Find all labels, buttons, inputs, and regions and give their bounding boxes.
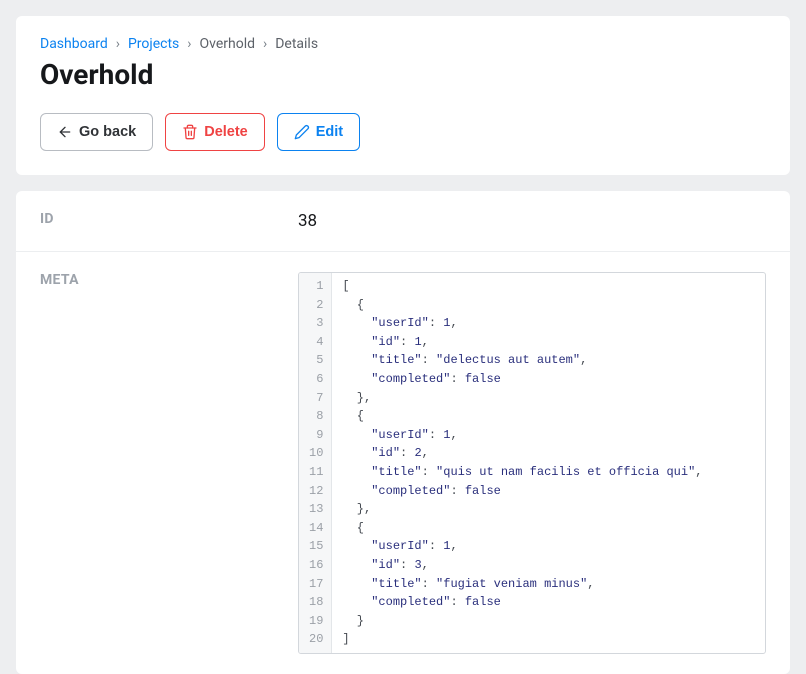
chevron-right-icon: ›	[187, 36, 191, 52]
code-block: 1234567891011121314151617181920 [ { "use…	[298, 272, 766, 654]
breadcrumb-project: Overhold	[200, 36, 256, 52]
row-meta: META 1234567891011121314151617181920 [ {…	[16, 252, 790, 674]
id-value: 38	[298, 211, 766, 231]
meta-label: META	[40, 272, 298, 288]
details-card: ID 38 META 12345678910111213141516171819…	[16, 191, 790, 674]
code-content: [ { "userId": 1, "id": 1, "title": "dele…	[332, 273, 765, 653]
page-title: Overhold	[40, 58, 766, 91]
breadcrumb-dashboard[interactable]: Dashboard	[40, 36, 108, 52]
chevron-right-icon: ›	[116, 36, 120, 52]
line-gutter: 1234567891011121314151617181920	[299, 273, 332, 653]
pencil-icon	[294, 124, 310, 140]
breadcrumb-projects[interactable]: Projects	[128, 36, 179, 52]
header-card: Dashboard › Projects › Overhold › Detail…	[16, 16, 790, 175]
chevron-right-icon: ›	[263, 36, 267, 52]
id-label: ID	[40, 211, 298, 231]
arrow-left-icon	[57, 124, 73, 140]
breadcrumb: Dashboard › Projects › Overhold › Detail…	[40, 36, 766, 52]
edit-button[interactable]: Edit	[277, 113, 360, 151]
go-back-label: Go back	[79, 124, 136, 140]
actions: Go back Delete Edit	[40, 113, 766, 151]
delete-button[interactable]: Delete	[165, 113, 265, 151]
row-id: ID 38	[16, 191, 790, 252]
meta-value: 1234567891011121314151617181920 [ { "use…	[298, 272, 766, 654]
delete-label: Delete	[204, 124, 248, 140]
edit-label: Edit	[316, 124, 343, 140]
go-back-button[interactable]: Go back	[40, 113, 153, 151]
trash-icon	[182, 124, 198, 140]
breadcrumb-details: Details	[275, 36, 318, 52]
